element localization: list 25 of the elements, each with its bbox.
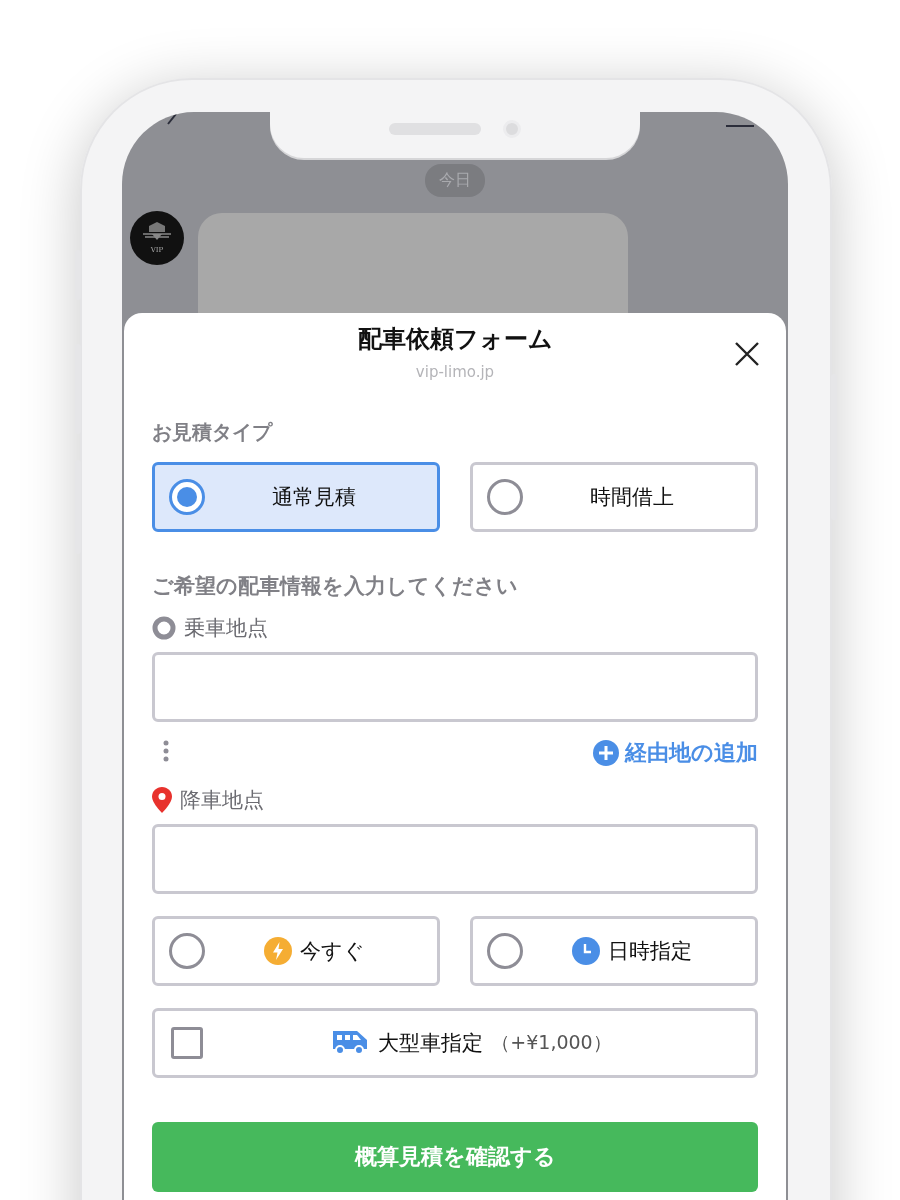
map-pin-icon: [152, 787, 172, 813]
timing-option[interactable]: 今すぐ: [152, 916, 440, 986]
quote-type-option[interactable]: 時間借上: [470, 462, 758, 532]
radio-icon: [169, 479, 205, 515]
domain-text: vip-limo.jp: [415, 363, 495, 381]
input-field[interactable]: [152, 652, 758, 722]
plus-icon: [593, 740, 619, 766]
form-title: 配車依頼フォーム: [357, 324, 553, 355]
input-field[interactable]: [152, 824, 758, 894]
radio-icon: [169, 933, 205, 969]
vertical-dots-icon: [162, 740, 170, 762]
checkbox-icon: [171, 1027, 203, 1059]
quote-type-option[interactable]: 通常見積: [152, 462, 440, 532]
clock-icon: [572, 937, 600, 965]
field-label: 乗車地点: [184, 615, 268, 642]
section-label: お見積タイプ: [152, 419, 274, 446]
ring-icon: [152, 616, 176, 640]
lightning-icon: [263, 937, 292, 965]
section-label: ご希望の配車情報を入力してください: [152, 573, 519, 600]
large-vehicle-checkbox[interactable]: 大型車指定 （+¥1,000）: [152, 1008, 758, 1078]
close-icon: [734, 341, 760, 367]
radio-icon: [487, 933, 523, 969]
timing-option[interactable]: 日時指定: [470, 916, 758, 986]
radio-icon: [487, 479, 523, 515]
field-label: 降車地点: [180, 787, 264, 814]
